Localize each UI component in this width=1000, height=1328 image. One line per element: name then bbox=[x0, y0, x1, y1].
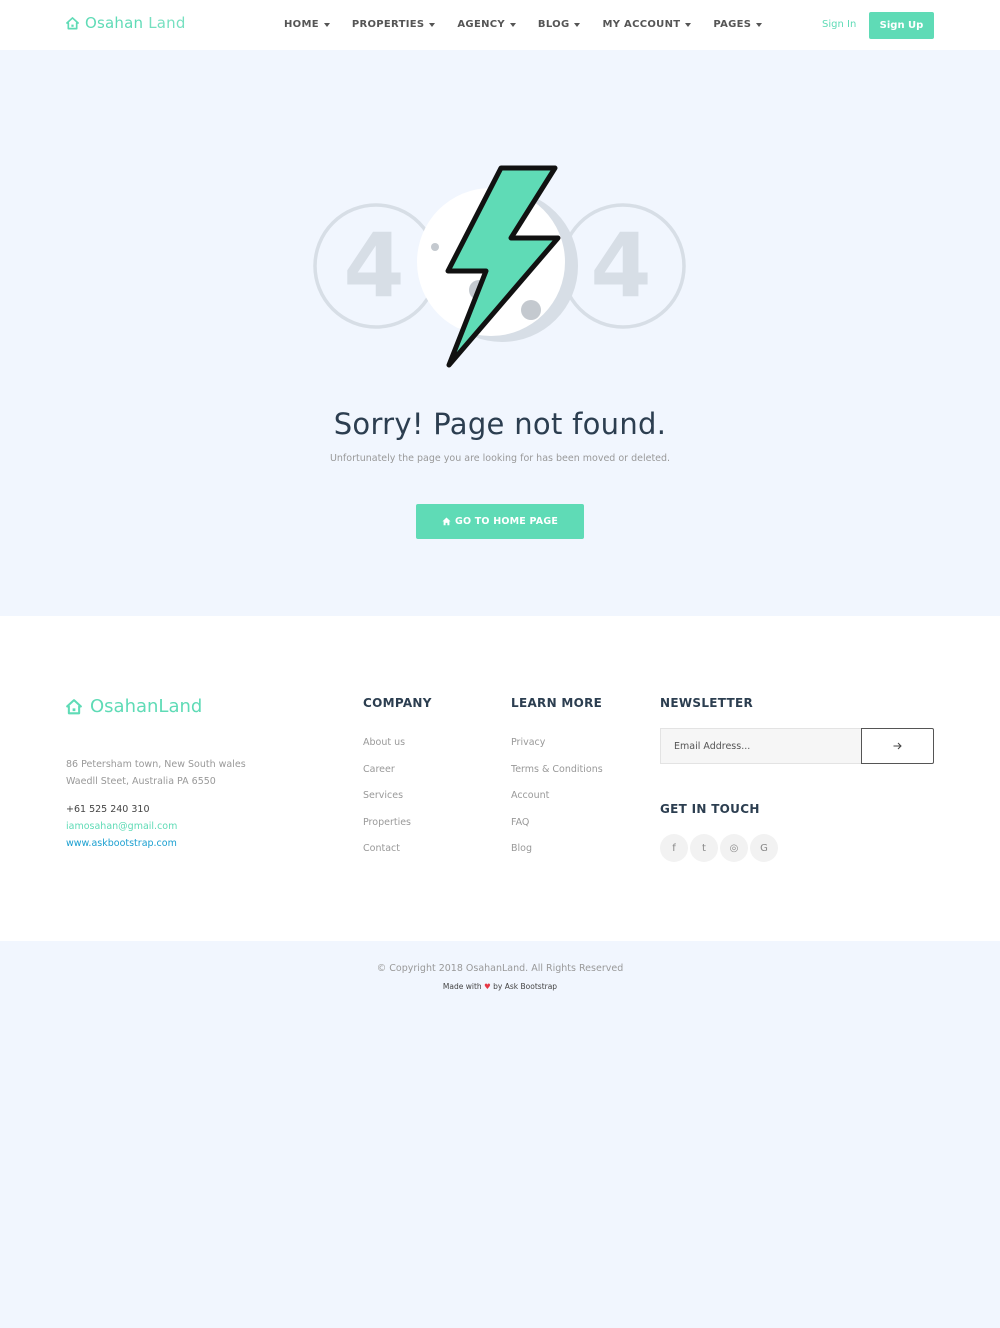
footer-link-privacy[interactable]: Privacy bbox=[511, 737, 603, 764]
nav-label: MY ACCOUNT bbox=[602, 19, 681, 30]
get-in-touch-heading: GET IN TOUCH bbox=[660, 802, 760, 816]
made-suffix: by Ask Bootstrap bbox=[493, 982, 558, 991]
learn-more-links: Privacy Terms & Conditions Account FAQ B… bbox=[511, 737, 603, 870]
footer-address: 86 Petersham town, New South wales Waedl… bbox=[66, 756, 246, 790]
address-line: Waedll Steet, Australia PA 6550 bbox=[66, 776, 216, 787]
go-home-button[interactable]: GO TO HOME PAGE bbox=[416, 504, 584, 539]
nav-pages[interactable]: PAGES bbox=[713, 19, 763, 30]
footer-link-services[interactable]: Services bbox=[363, 790, 411, 817]
made-with-text: Made with ♥ by Ask Bootstrap bbox=[0, 982, 1000, 991]
footer-link-about[interactable]: About us bbox=[363, 737, 411, 764]
footer-link-faq[interactable]: FAQ bbox=[511, 817, 603, 844]
page-title: Sorry! Page not found. bbox=[333, 407, 667, 441]
error-404-illustration: 4 4 bbox=[310, 160, 690, 379]
google-icon[interactable]: G bbox=[750, 834, 778, 862]
home-icon bbox=[66, 16, 79, 29]
main-nav: HOME PROPERTIES AGENCY BLOG MY ACCOUNT P… bbox=[284, 19, 763, 30]
footer-email-link[interactable]: iamosahan@gmail.com bbox=[66, 821, 177, 832]
home-icon bbox=[442, 517, 451, 526]
footer-brand[interactable]: OsahanLand bbox=[66, 696, 202, 717]
caret-down-icon bbox=[509, 22, 516, 27]
copyright-text: © Copyright 2018 OsahanLand. All Rights … bbox=[376, 963, 624, 974]
caret-down-icon bbox=[323, 22, 330, 27]
nav-home[interactable]: HOME bbox=[284, 19, 330, 30]
nav-label: PAGES bbox=[713, 19, 752, 30]
digit-right: 4 bbox=[590, 214, 651, 317]
nav-label: BLOG bbox=[537, 19, 570, 30]
caret-down-icon bbox=[756, 22, 763, 27]
social-links: f t ◎ G bbox=[660, 834, 778, 862]
sign-up-button[interactable]: Sign Up bbox=[869, 12, 934, 39]
page-subtitle: Unfortunately the page you are looking f… bbox=[329, 453, 671, 464]
nav-agency[interactable]: AGENCY bbox=[457, 19, 516, 30]
footer-brand-name: OsahanLand bbox=[90, 696, 203, 717]
twitter-icon[interactable]: t bbox=[690, 834, 718, 862]
nav-label: AGENCY bbox=[457, 19, 505, 30]
navbar: Osahan Land HOME PROPERTIES AGENCY BLOG … bbox=[0, 0, 1000, 50]
newsletter-form bbox=[660, 728, 934, 764]
sign-in-link[interactable]: Sign In bbox=[822, 19, 856, 30]
footer-website-link[interactable]: www.askbootstrap.com bbox=[66, 838, 177, 849]
footer-link-account[interactable]: Account bbox=[511, 790, 603, 817]
instagram-icon[interactable]: ◎ bbox=[720, 834, 748, 862]
arrow-right-icon bbox=[893, 742, 902, 750]
footer: OsahanLand 86 Petersham town, New South … bbox=[0, 616, 1000, 941]
company-links: About us Career Services Properties Cont… bbox=[363, 737, 411, 870]
nav-label: HOME bbox=[284, 19, 319, 30]
digit-left: 4 bbox=[343, 214, 404, 317]
address-line: 86 Petersham town, New South wales bbox=[66, 759, 246, 770]
company-heading: COMPANY bbox=[363, 696, 432, 710]
footer-link-properties[interactable]: Properties bbox=[363, 817, 411, 844]
nav-my-account[interactable]: MY ACCOUNT bbox=[602, 19, 692, 30]
learn-more-heading: LEARN MORE bbox=[511, 696, 603, 710]
newsletter-email-input[interactable] bbox=[660, 728, 861, 764]
footer-link-career[interactable]: Career bbox=[363, 764, 411, 791]
made-prefix: Made with bbox=[442, 982, 482, 991]
footer-link-contact[interactable]: Contact bbox=[363, 843, 411, 870]
footer-link-terms[interactable]: Terms & Conditions bbox=[511, 764, 603, 791]
footer-phone: +61 525 240 310 bbox=[66, 804, 150, 815]
nav-label: PROPERTIES bbox=[351, 19, 425, 30]
newsletter-submit-button[interactable] bbox=[861, 728, 934, 764]
go-home-label: GO TO HOME PAGE bbox=[454, 516, 559, 527]
caret-down-icon bbox=[429, 22, 436, 27]
brand-name: Osahan Land bbox=[85, 14, 186, 32]
nav-blog[interactable]: BLOG bbox=[538, 19, 581, 30]
heart-icon: ♥ bbox=[484, 982, 491, 991]
nav-properties[interactable]: PROPERTIES bbox=[352, 19, 436, 30]
caret-down-icon bbox=[574, 22, 581, 27]
home-icon bbox=[66, 698, 82, 714]
brand-logo[interactable]: Osahan Land bbox=[66, 14, 186, 32]
footer-link-blog[interactable]: Blog bbox=[511, 843, 603, 870]
newsletter-heading: NEWSLETTER bbox=[660, 696, 754, 710]
caret-down-icon bbox=[685, 22, 692, 27]
facebook-icon[interactable]: f bbox=[660, 834, 688, 862]
